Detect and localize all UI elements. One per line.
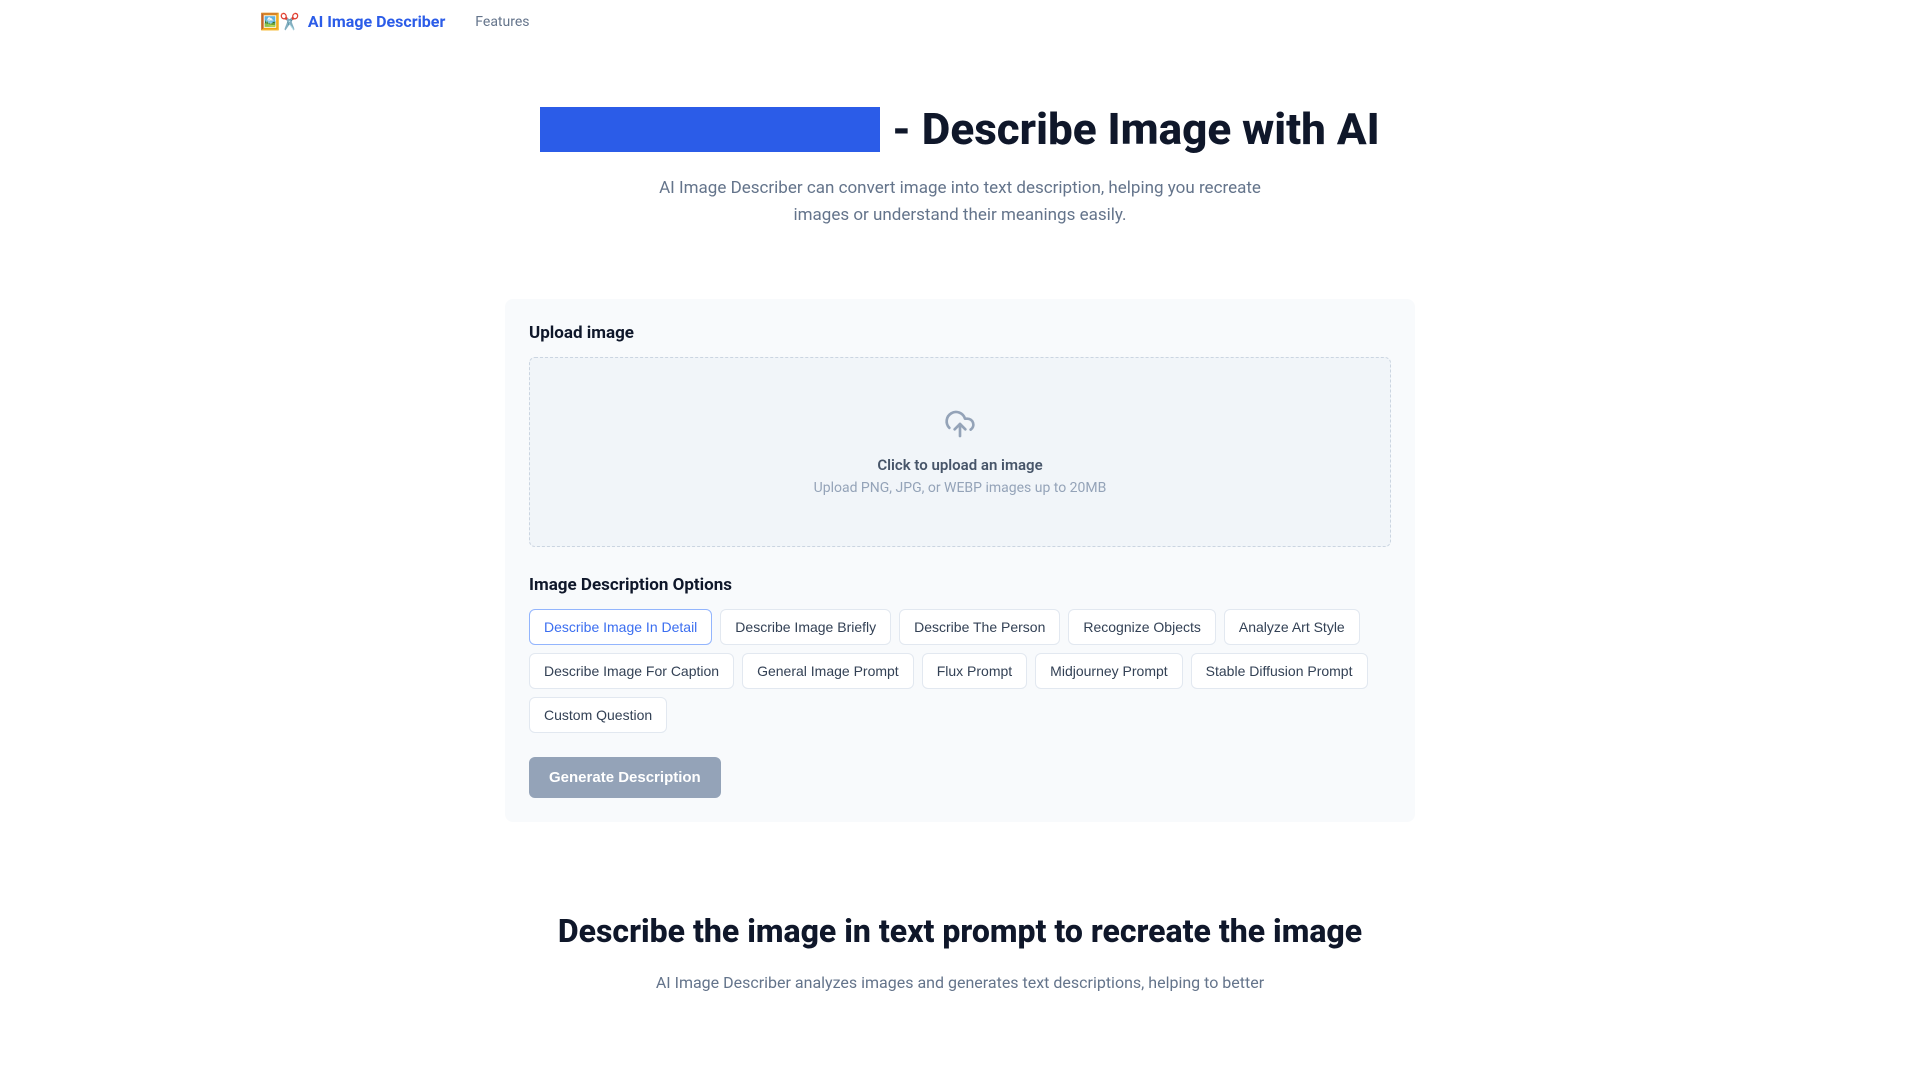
logo[interactable]: 🖼️✂️ AI Image Describer	[260, 12, 445, 31]
hero: - Describe Image with AI AI Image Descri…	[460, 43, 1460, 269]
option-general-prompt[interactable]: General Image Prompt	[742, 653, 914, 689]
option-sd-prompt[interactable]: Stable Diffusion Prompt	[1191, 653, 1368, 689]
upload-title: Click to upload an image	[550, 456, 1370, 474]
hero-title-highlight	[540, 107, 880, 152]
option-midjourney-prompt[interactable]: Midjourney Prompt	[1035, 653, 1183, 689]
option-caption[interactable]: Describe Image For Caption	[529, 653, 734, 689]
section2: Describe the image in text prompt to rec…	[510, 852, 1410, 996]
upload-hint: Upload PNG, JPG, or WEBP images up to 20…	[550, 480, 1370, 496]
option-analyze-art[interactable]: Analyze Art Style	[1224, 609, 1360, 645]
header: 🖼️✂️ AI Image Describer Features	[0, 0, 1920, 43]
upload-area[interactable]: Click to upload an image Upload PNG, JPG…	[529, 357, 1391, 547]
hero-title: - Describe Image with AI	[480, 103, 1440, 155]
logo-icon: 🖼️✂️	[260, 12, 300, 31]
upload-section-title: Upload image	[529, 323, 1391, 343]
hero-title-suffix: - Describe Image with AI	[892, 103, 1379, 155]
option-describe-detail[interactable]: Describe Image In Detail	[529, 609, 712, 645]
option-custom-question[interactable]: Custom Question	[529, 697, 667, 733]
option-recognize-objects[interactable]: Recognize Objects	[1068, 609, 1216, 645]
option-flux-prompt[interactable]: Flux Prompt	[922, 653, 1027, 689]
logo-text: AI Image Describer	[308, 12, 445, 31]
section2-title: Describe the image in text prompt to rec…	[530, 912, 1390, 950]
options-section-title: Image Description Options	[529, 575, 1391, 595]
main-card: Upload image Click to upload an image Up…	[505, 299, 1415, 822]
option-describe-person[interactable]: Describe The Person	[899, 609, 1060, 645]
hero-subtitle: AI Image Describer can convert image int…	[640, 175, 1280, 229]
options-grid: Describe Image In Detail Describe Image …	[529, 609, 1391, 733]
generate-button[interactable]: Generate Description	[529, 757, 721, 798]
nav-features[interactable]: Features	[475, 14, 529, 30]
upload-cloud-icon	[550, 408, 1370, 440]
options-section: Image Description Options Describe Image…	[529, 575, 1391, 733]
option-describe-briefly[interactable]: Describe Image Briefly	[720, 609, 891, 645]
section2-text: AI Image Describer analyzes images and g…	[530, 970, 1390, 996]
